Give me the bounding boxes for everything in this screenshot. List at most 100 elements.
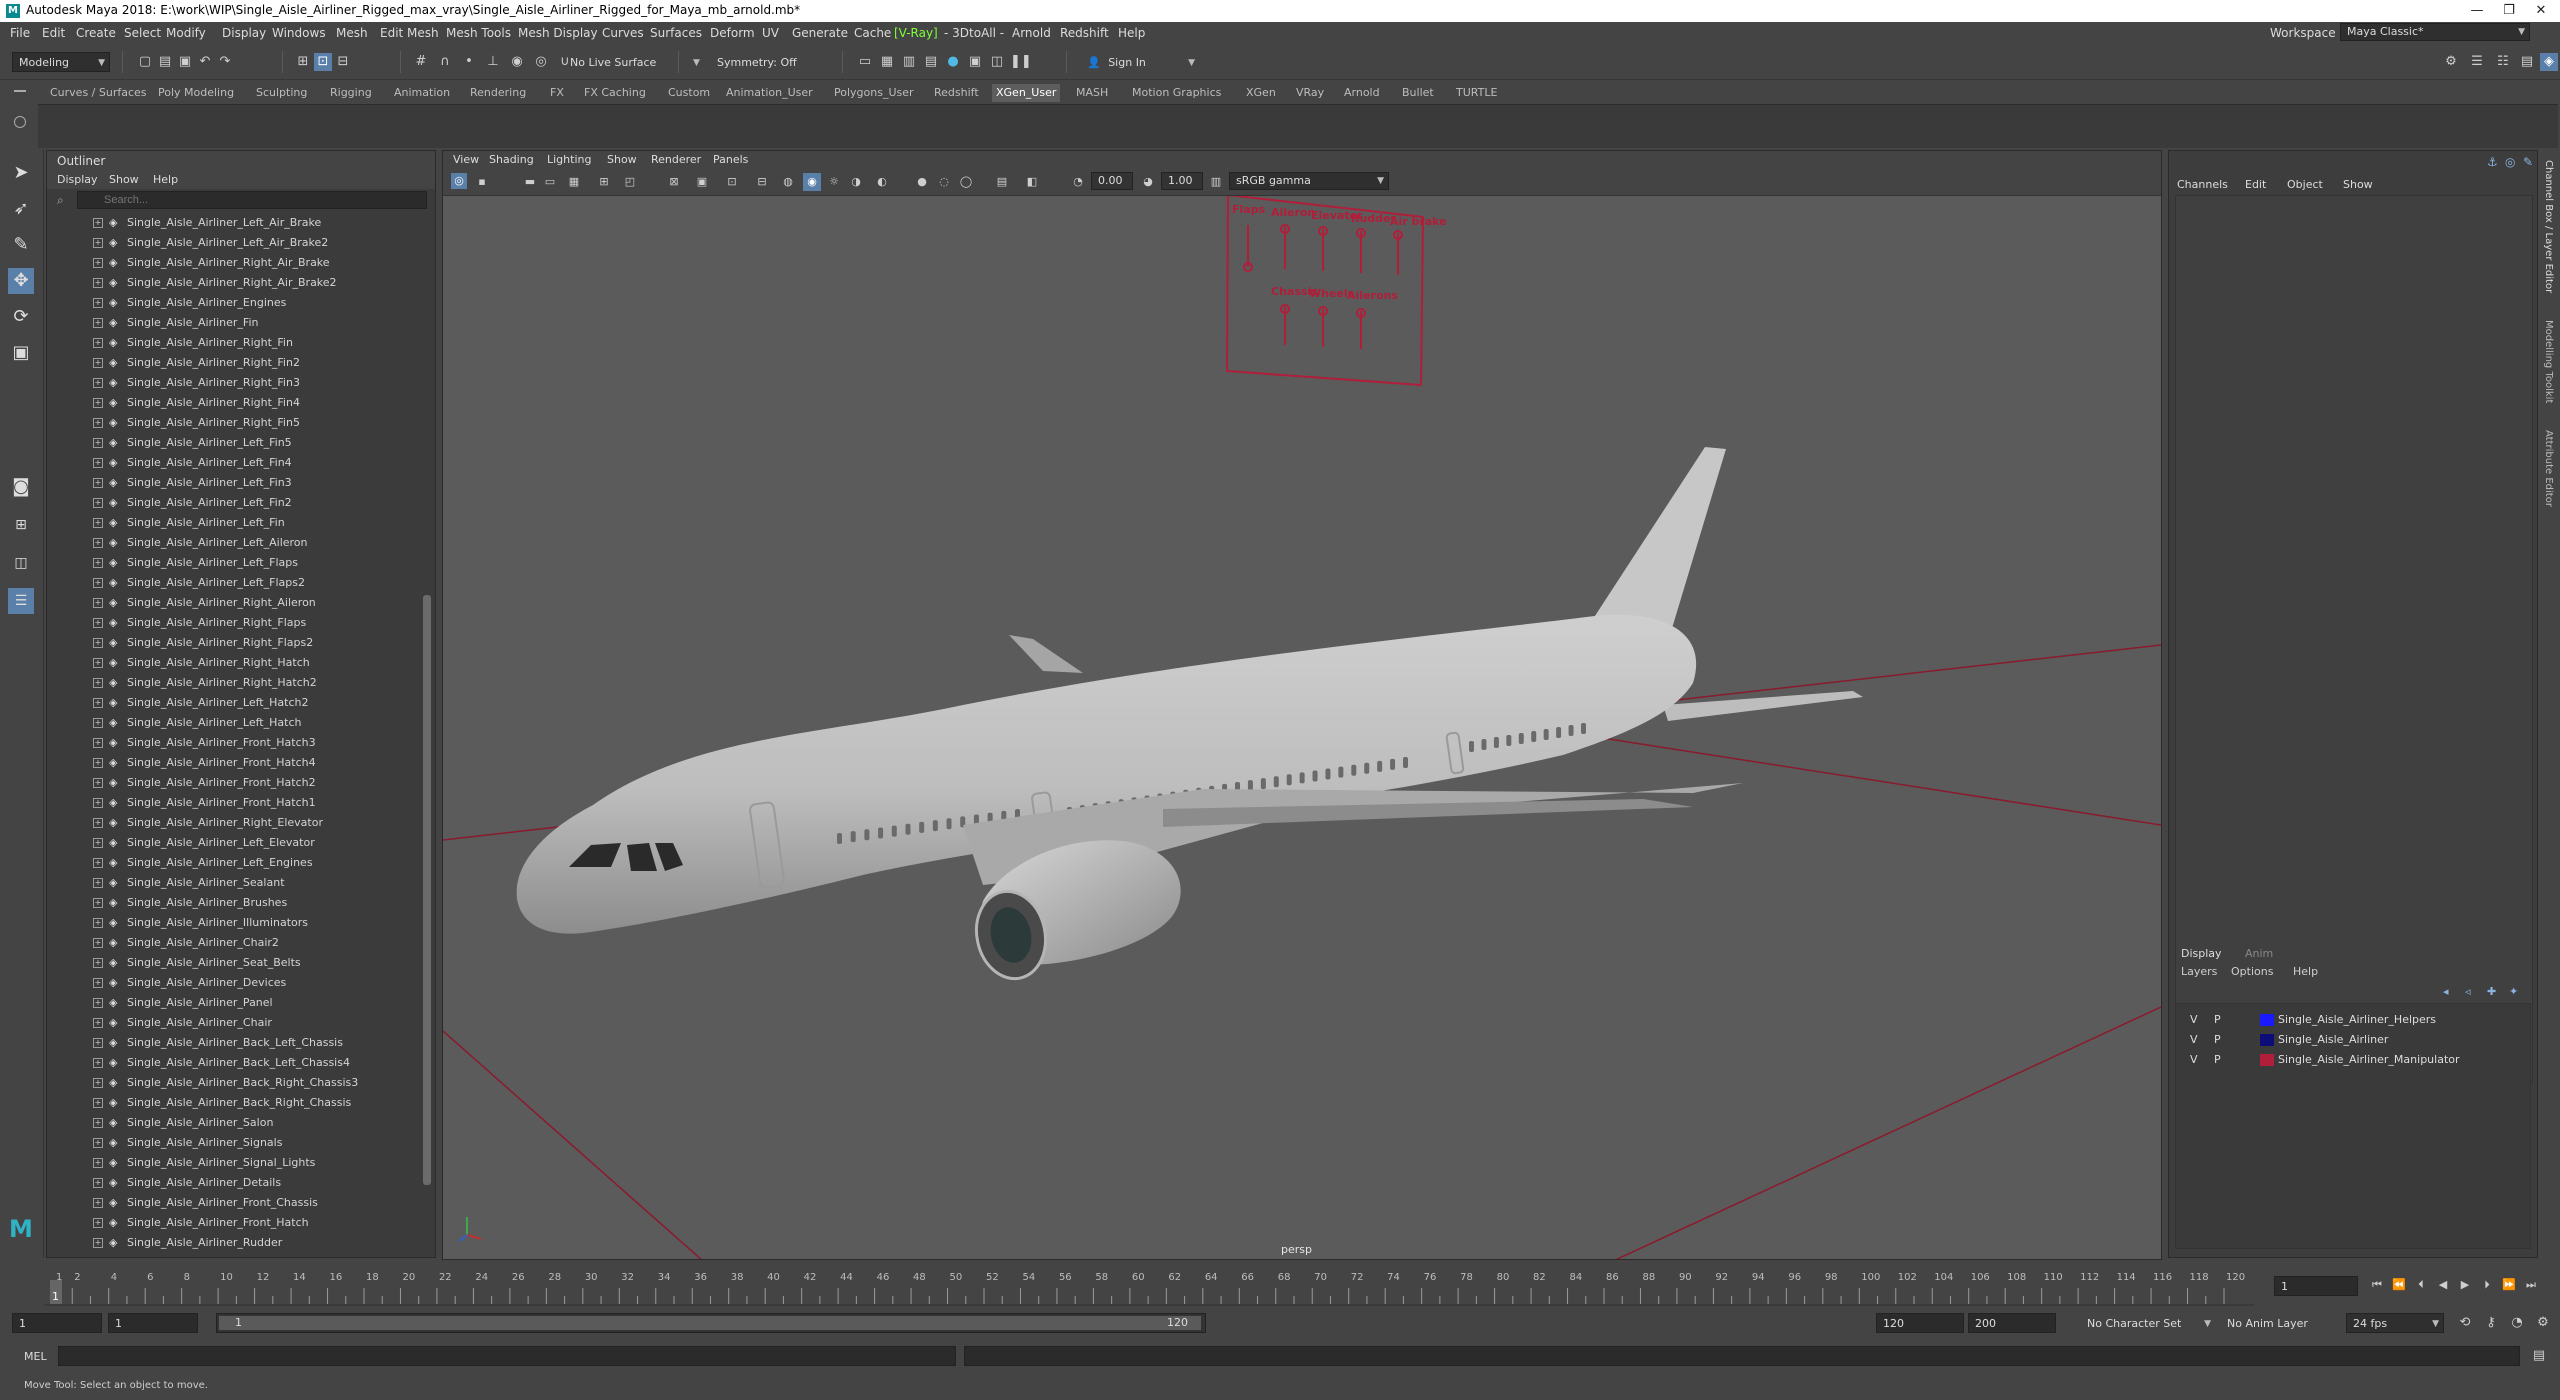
layer-name[interactable]: Single_Aisle_Airliner_Helpers [2278,1010,2436,1030]
airliner-far-wing[interactable] [1009,635,1083,673]
scrollbar-thumb[interactable] [423,595,431,1185]
viewport-menu-view[interactable]: View [453,153,479,166]
outliner-item[interactable]: + ◈ Single_Aisle_Airliner_Front_Hatch3 [47,733,421,753]
display-layer-row[interactable]: V P Single_Aisle_Airliner [2180,1030,2528,1050]
snap-surface-icon[interactable]: ◉ [508,53,526,71]
expand-icon[interactable]: + [93,738,103,748]
fps-dropdown[interactable]: 24 fps ▼ [2346,1313,2444,1333]
exposure-field[interactable]: 0.00 [1091,172,1133,190]
expand-icon[interactable]: + [93,1078,103,1088]
xray-icon[interactable]: ⊟ [753,173,771,191]
play-backward-icon[interactable]: ◀ [2434,1276,2452,1294]
outliner-item[interactable]: + ◈ Single_Aisle_Airliner_Back_Right_Chass… [47,1093,421,1113]
wireframe-icon[interactable]: ⊠ [665,173,683,191]
ipr-render-icon[interactable]: ▥ [900,53,918,71]
viewport-scene[interactable]: Flaps AileronElevatorRudderAir brakeChass… [443,195,2161,1260]
layer-playback-toggle[interactable]: P [2214,1050,2221,1070]
select-object-icon[interactable]: ⊡ [314,53,332,71]
expand-icon[interactable]: + [93,378,103,388]
layer-menu-options[interactable]: Options [2231,965,2273,978]
outliner-item[interactable]: + ◈ Single_Aisle_Airliner_Right_Flaps [47,613,421,633]
menu-edit-mesh[interactable]: Edit Mesh [380,26,439,40]
channel-box-menu-show[interactable]: Show [2343,178,2373,191]
expand-icon[interactable]: + [93,278,103,288]
shelf-tab-fx-caching[interactable]: FX Caching [580,84,650,102]
display-layer-row[interactable]: V P Single_Aisle_Airliner_Manipulator [2180,1050,2528,1070]
outliner-item[interactable]: + ◈ Single_Aisle_Airliner_Right_Hatch2 [47,673,421,693]
outliner-item[interactable]: + ◈ Single_Aisle_Airliner_Chair2 [47,933,421,953]
shelf-tab-rendering[interactable]: Rendering [466,84,530,102]
shelf-tab-vray[interactable]: VRay [1292,84,1328,102]
hud-icon[interactable]: ▤ [993,173,1011,191]
new-layer-selected-icon[interactable]: ✦ [2509,985,2518,998]
expand-icon[interactable]: + [93,958,103,968]
live-surface-label[interactable]: No Live Surface [570,56,656,69]
menu-edit[interactable]: Edit [42,26,65,40]
outliner-item[interactable]: + ◈ Single_Aisle_Airliner_Front_Hatch2 [47,773,421,793]
outliner-item[interactable]: + ◈ Single_Aisle_Airliner_Right_Air_Brake [47,253,421,273]
script-editor-icon[interactable]: ▤ [2530,1347,2548,1365]
select-tool-icon[interactable]: ➤ [8,160,34,186]
outliner-item[interactable]: + ◈ Single_Aisle_Airliner_Front_Hatch [47,1213,421,1233]
expand-icon[interactable]: + [93,698,103,708]
smooth-shade-icon[interactable]: ▣ [693,173,711,191]
tool-settings-icon[interactable]: ☷ [2494,53,2512,71]
expand-icon[interactable]: + [93,1238,103,1248]
motion-blur-icon[interactable]: ● [913,173,931,191]
default-material-icon[interactable]: ◍ [779,173,797,191]
menu-modify[interactable]: Modify [166,26,206,40]
outliner-item[interactable]: + ◈ Single_Aisle_Airliner_Left_Fin2 [47,493,421,513]
expand-icon[interactable]: + [93,918,103,928]
loop-icon[interactable]: ⟲ [2456,1314,2474,1332]
expand-icon[interactable]: + [93,1198,103,1208]
playback-start-field[interactable]: 1 [108,1313,198,1333]
minimize-button[interactable]: — [2462,2,2492,20]
menu-uv[interactable]: UV [762,26,779,40]
channel-box-settings-icon[interactable]: ◎ [2505,155,2515,169]
layer-tab-display[interactable]: Display [2181,947,2222,960]
layer-playback-toggle[interactable]: P [2214,1030,2221,1050]
select-camera-icon[interactable]: ◎ [451,173,467,189]
expand-icon[interactable]: + [93,818,103,828]
menu-arnold[interactable]: Arnold [1012,26,1051,40]
outliner-item[interactable]: + ◈ Single_Aisle_Airliner_Front_Hatch4 [47,753,421,773]
film-gate-icon[interactable]: ◰ [621,173,639,191]
outliner-item[interactable]: + ◈ Single_Aisle_Airliner_Left_Fin3 [47,473,421,493]
channel-box-menu-channels[interactable]: Channels [2177,178,2228,191]
snap-vertex-icon[interactable]: ◎ [532,53,550,71]
anim-layer-dropdown[interactable]: No Anim Layer [2220,1313,2330,1333]
menu-mesh-tools[interactable]: Mesh Tools [446,26,511,40]
layer-visibility-toggle[interactable]: V [2190,1030,2198,1050]
outliner-item[interactable]: + ◈ Single_Aisle_Airliner_Right_Fin2 [47,353,421,373]
viewport-menu-panels[interactable]: Panels [713,153,748,166]
two-pane-icon[interactable]: ◫ [8,550,34,576]
depth-of-field-icon[interactable]: ◯ [957,173,975,191]
range-slider[interactable]: 1 120 [216,1313,1206,1333]
outliner-item[interactable]: + ◈ Single_Aisle_Airliner_Left_Elevator [47,833,421,853]
close-button[interactable]: ✕ [2526,2,2556,20]
menu-windows[interactable]: Windows [272,26,326,40]
shelf-tab-xgen[interactable]: XGen [1242,84,1280,102]
layer-menu-help[interactable]: Help [2293,965,2318,978]
expand-icon[interactable]: + [93,778,103,788]
layer-visibility-toggle[interactable]: V [2190,1010,2198,1030]
render-view-icon[interactable]: ▣ [966,53,984,71]
snap-view-icon[interactable]: ⊥ [484,53,502,71]
expand-icon[interactable]: + [93,578,103,588]
shelf-tab-curves-surfaces[interactable]: Curves / Surfaces [46,84,151,102]
outliner-item[interactable]: + ◈ Single_Aisle_Airliner_Brushes [47,893,421,913]
layer-tab-anim[interactable]: Anim [2245,947,2273,960]
outliner-item[interactable]: + ◈ Single_Aisle_Airliner_Left_Hatch2 [47,693,421,713]
menu-mesh-display[interactable]: Mesh Display [518,26,598,40]
current-time-field[interactable]: 1 [2274,1276,2358,1296]
outliner-item[interactable]: + ◈ Single_Aisle_Airliner_Back_Left_Chassi… [47,1053,421,1073]
expand-icon[interactable]: + [93,678,103,688]
outliner-item[interactable]: + ◈ Single_Aisle_Airliner_Chair [47,1013,421,1033]
select-hierarchy-icon[interactable]: ⊞ [294,53,312,71]
snap-point-icon[interactable]: • [460,53,478,71]
expand-icon[interactable]: + [93,878,103,888]
outliner-item[interactable]: + ◈ Single_Aisle_Airliner_Rudder [47,1233,421,1249]
outliner-item[interactable]: + ◈ Single_Aisle_Airliner_Signals [47,1133,421,1153]
outliner-item[interactable]: + ◈ Single_Aisle_Airliner_Right_Elevator [47,813,421,833]
isolate-select-icon[interactable]: ⊡ [723,173,741,191]
